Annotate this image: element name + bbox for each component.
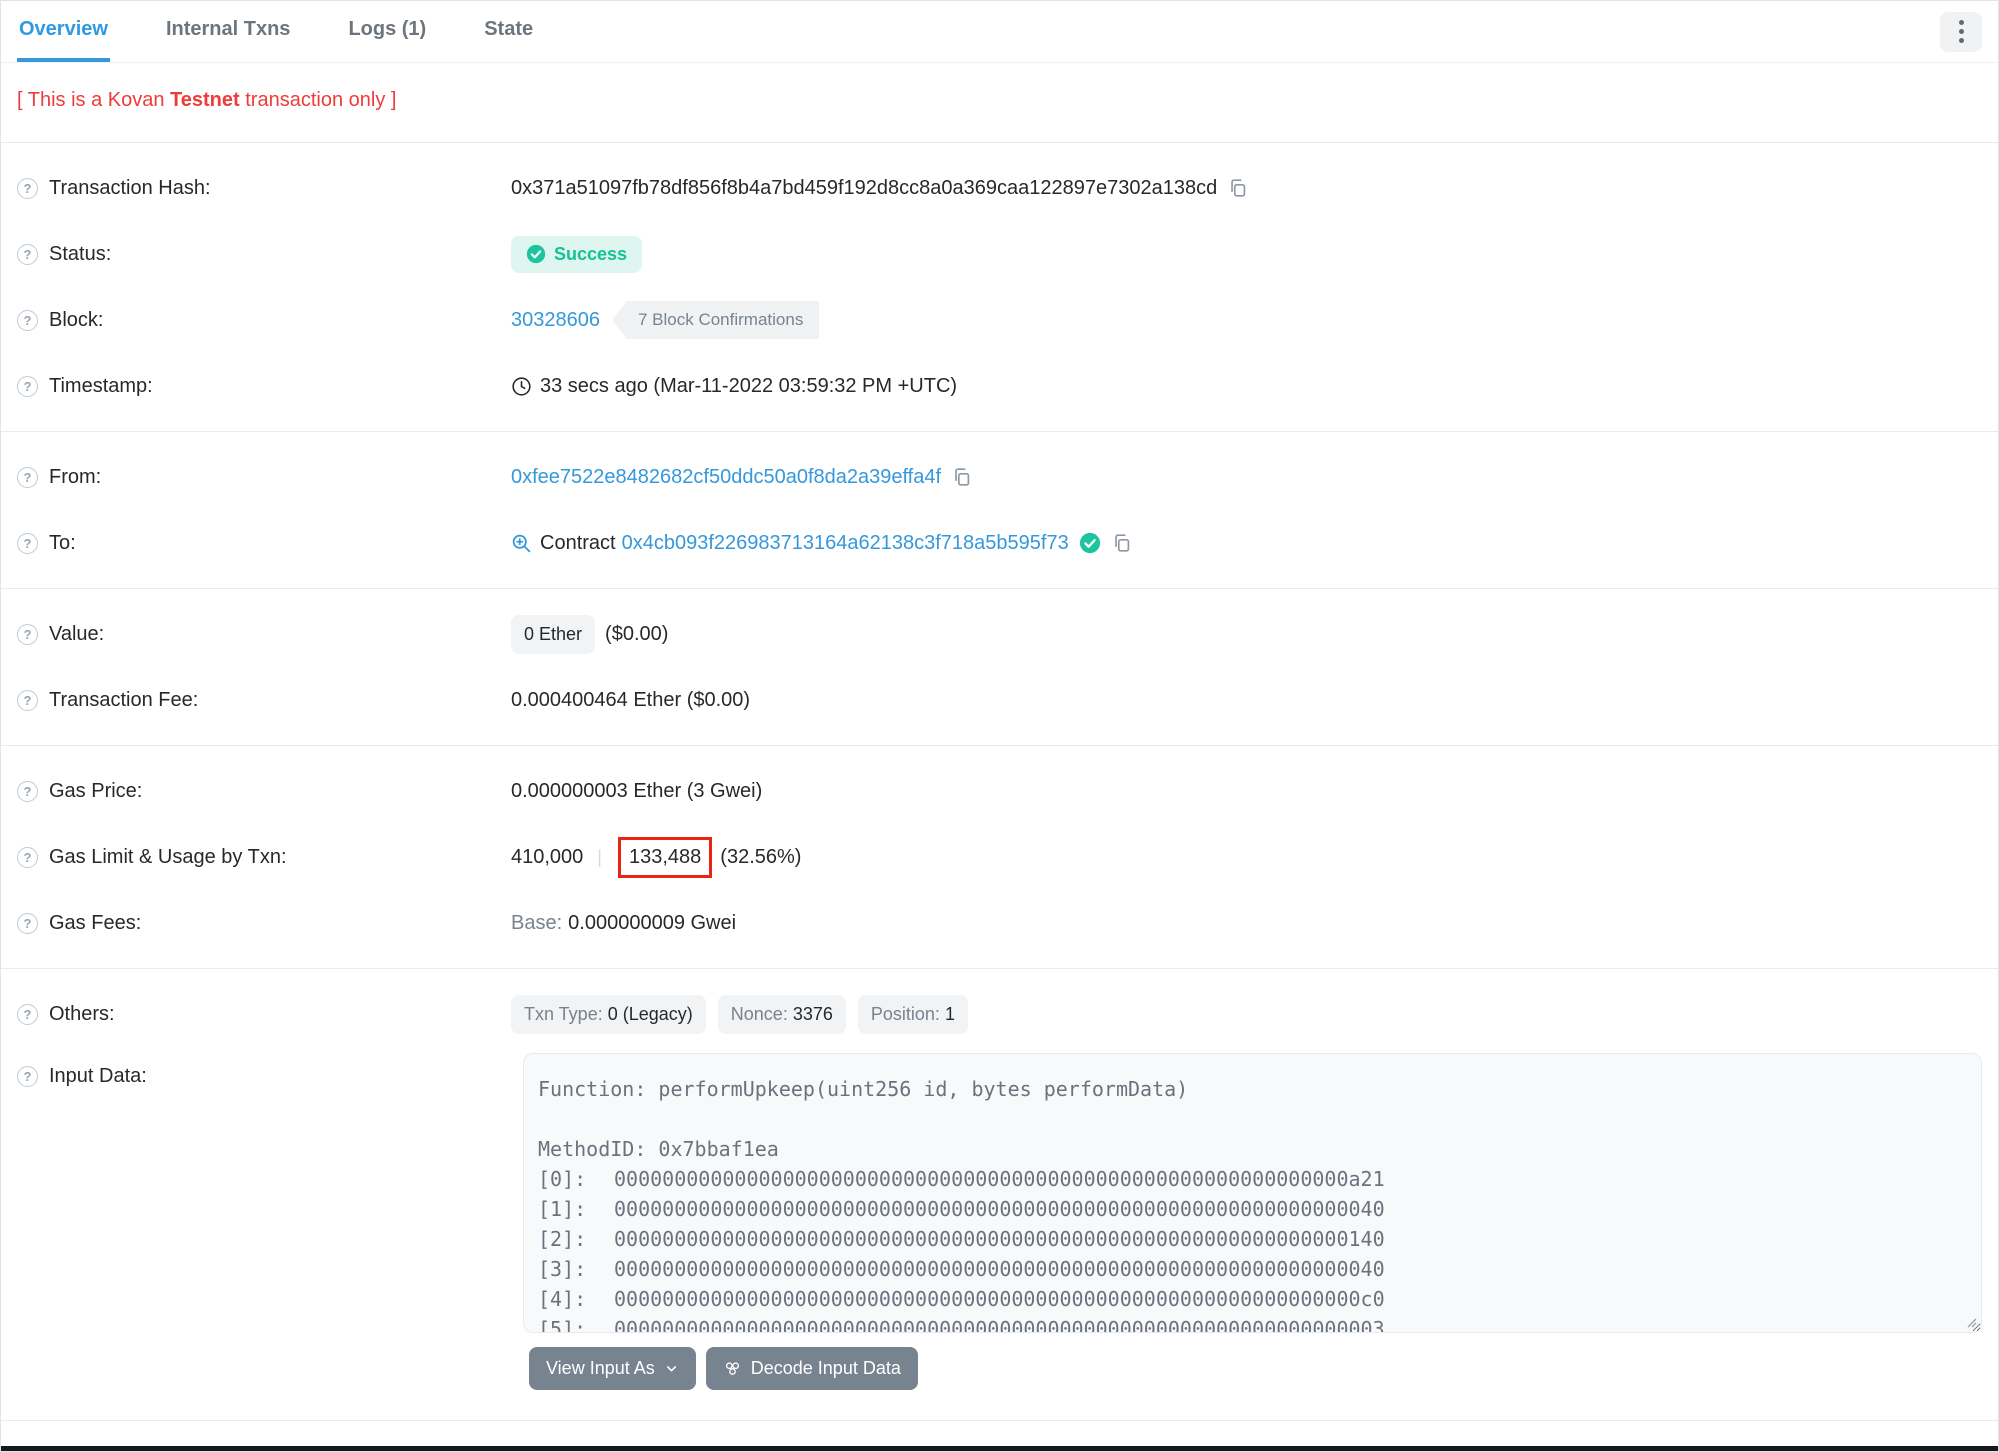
- check-circle-icon: [526, 244, 546, 264]
- block-number-link[interactable]: 30328606: [511, 309, 600, 332]
- help-icon[interactable]: ?: [17, 912, 38, 934]
- zoom-in-icon[interactable]: [511, 533, 532, 554]
- help-icon[interactable]: ?: [17, 689, 38, 711]
- section-others-input: ? Others: Txn Type: 0 (Legacy) Nonce: 33…: [1, 969, 1998, 1421]
- input-data-actions: View Input As Decode Input Data: [529, 1347, 1998, 1390]
- input-function-line: Function: performUpkeep(uint256 id, byte…: [538, 1077, 1189, 1101]
- row-status: ? Status: Success: [1, 221, 1998, 287]
- input-word-row: [0]: 000000000000000000000000000000000000…: [538, 1167, 1385, 1191]
- decode-icon: [725, 1362, 739, 1375]
- transaction-hash-label: Transaction Hash:: [49, 176, 211, 199]
- input-word-row: [2]: 000000000000000000000000000000000000…: [538, 1227, 1385, 1251]
- value-amount-pill: 0 Ether: [511, 614, 596, 654]
- position-pill: Position: 1: [857, 994, 968, 1034]
- to-label: To:: [49, 531, 76, 554]
- gas-base-value: 0.000000009 Gwei: [568, 911, 737, 934]
- row-to: ? To: Contract 0x4cb093f226983713164a621…: [1, 510, 1998, 576]
- tab-bar: Overview Internal Txns Logs (1) State: [1, 1, 1998, 63]
- help-icon[interactable]: ?: [17, 375, 38, 397]
- help-icon[interactable]: ?: [17, 1066, 38, 1087]
- others-label: Others:: [49, 1002, 115, 1025]
- chevron-down-icon: [666, 1366, 676, 1372]
- help-icon[interactable]: ?: [17, 466, 38, 488]
- row-block: ? Block: 30328606 7 Block Confirmations: [1, 287, 1998, 353]
- section-value: ? Value: 0 Ether ($0.00) ? Transaction F…: [1, 589, 1998, 746]
- from-address-link[interactable]: 0xfee7522e8482682cf50ddc50a0f8da2a39effa…: [511, 466, 941, 489]
- testnet-warning: [ This is a Kovan Testnet transaction on…: [1, 63, 1998, 143]
- row-value: ? Value: 0 Ether ($0.00): [1, 601, 1998, 667]
- gas-price-label: Gas Price:: [49, 779, 143, 802]
- row-from: ? From: 0xfee7522e8482682cf50ddc50a0f8da…: [1, 444, 1998, 510]
- verified-check-icon: [1079, 532, 1100, 554]
- transaction-detail-page: Overview Internal Txns Logs (1) State [ …: [0, 0, 1999, 1452]
- copy-icon[interactable]: [1111, 532, 1133, 554]
- nonce-pill: Nonce: 3376: [717, 994, 846, 1034]
- row-timestamp: ? Timestamp: 33 secs ago (Mar-11-2022 03…: [1, 353, 1998, 419]
- txn-type-pill: Txn Type: 0 (Legacy): [511, 994, 706, 1034]
- gas-base-label: Base:: [511, 911, 563, 934]
- transaction-hash-value: 0x371a51097fb78df856f8b4a7bd459f192d8cc8…: [511, 176, 1218, 199]
- gas-limit-value: 410,000: [511, 845, 584, 868]
- tab-logs[interactable]: Logs (1): [346, 1, 428, 62]
- block-label: Block:: [49, 308, 104, 331]
- row-input-data: ? Input Data: Function: performUpkeep(ui…: [1, 1053, 1998, 1333]
- input-methodid-line: MethodID: 0x7bbaf1ea: [538, 1137, 779, 1161]
- help-icon[interactable]: ?: [17, 177, 38, 199]
- row-others: ? Others: Txn Type: 0 (Legacy) Nonce: 33…: [1, 981, 1998, 1047]
- clock-icon: [512, 376, 531, 396]
- section-gas: ? Gas Price: 0.000000003 Ether (3 Gwei) …: [1, 746, 1998, 969]
- block-confirmations-badge: 7 Block Confirmations: [611, 301, 820, 339]
- help-icon[interactable]: ?: [17, 623, 38, 645]
- row-transaction-fee: ? Transaction Fee: 0.000400464 Ether ($0…: [1, 667, 1998, 733]
- transaction-fee-label: Transaction Fee:: [49, 688, 199, 711]
- copy-icon[interactable]: [951, 466, 973, 488]
- help-icon[interactable]: ?: [17, 532, 38, 554]
- transaction-fee-value: 0.000400464 Ether ($0.00): [511, 688, 751, 711]
- input-word-row: [4]: 000000000000000000000000000000000000…: [538, 1287, 1385, 1311]
- tab-internal-txns[interactable]: Internal Txns: [164, 1, 292, 62]
- timestamp-value: 33 secs ago (Mar-11-2022 03:59:32 PM +UT…: [540, 374, 958, 397]
- input-word-row: [1]: 000000000000000000000000000000000000…: [538, 1197, 1385, 1221]
- status-label: Status:: [49, 242, 112, 265]
- gas-fees-label: Gas Fees:: [49, 911, 142, 934]
- to-contract-prefix: Contract: [540, 531, 616, 554]
- value-label: Value:: [49, 622, 105, 645]
- copy-icon[interactable]: [1227, 177, 1249, 199]
- input-word-row: [5]: 000000000000000000000000000000000000…: [538, 1317, 1385, 1333]
- gas-used-percent: (32.56%): [720, 845, 802, 868]
- to-address-link[interactable]: 0x4cb093f226983713164a62138c3f718a5b595f…: [622, 532, 1069, 555]
- decode-input-data-button[interactable]: Decode Input Data: [705, 1347, 918, 1390]
- row-gas-price: ? Gas Price: 0.000000003 Ether (3 Gwei): [1, 758, 1998, 824]
- row-gas-fees: ? Gas Fees: Base: 0.000000009 Gwei: [1, 890, 1998, 956]
- help-icon[interactable]: ?: [17, 309, 38, 331]
- kebab-menu-button[interactable]: [1940, 11, 1982, 52]
- tab-overview[interactable]: Overview: [17, 1, 110, 62]
- window-bottom-edge: [1, 1446, 1998, 1451]
- input-data-label: Input Data:: [49, 1065, 147, 1087]
- gas-price-value: 0.000000003 Ether (3 Gwei): [511, 779, 763, 802]
- help-icon[interactable]: ?: [17, 780, 38, 802]
- row-transaction-hash: ? Transaction Hash: 0x371a51097fb78df856…: [1, 155, 1998, 221]
- timestamp-label: Timestamp:: [49, 374, 153, 397]
- help-icon[interactable]: ?: [17, 243, 38, 265]
- help-icon[interactable]: ?: [17, 1003, 38, 1025]
- section-parties: ? From: 0xfee7522e8482682cf50ddc50a0f8da…: [1, 432, 1998, 589]
- input-data-textarea[interactable]: Function: performUpkeep(uint256 id, byte…: [523, 1053, 1982, 1333]
- gas-used-annotation-box: 133,488: [617, 836, 713, 878]
- tab-state[interactable]: State: [482, 1, 535, 62]
- row-gas-limit-usage: ? Gas Limit & Usage by Txn: 410,000 | 13…: [1, 824, 1998, 890]
- resize-handle-icon[interactable]: [1965, 1316, 1977, 1328]
- view-input-as-button[interactable]: View Input As: [529, 1347, 696, 1390]
- status-badge: Success: [511, 235, 643, 273]
- input-word-row: [3]: 000000000000000000000000000000000000…: [538, 1257, 1385, 1281]
- value-usd: ($0.00): [605, 622, 669, 645]
- gas-limit-label: Gas Limit & Usage by Txn:: [49, 845, 287, 868]
- gas-divider: |: [597, 846, 602, 867]
- kebab-menu-icon: [1958, 20, 1964, 25]
- gas-used-value: 133,488: [628, 845, 702, 868]
- help-icon[interactable]: ?: [17, 846, 38, 868]
- section-summary: ? Transaction Hash: 0x371a51097fb78df856…: [1, 143, 1998, 432]
- from-label: From:: [49, 465, 102, 488]
